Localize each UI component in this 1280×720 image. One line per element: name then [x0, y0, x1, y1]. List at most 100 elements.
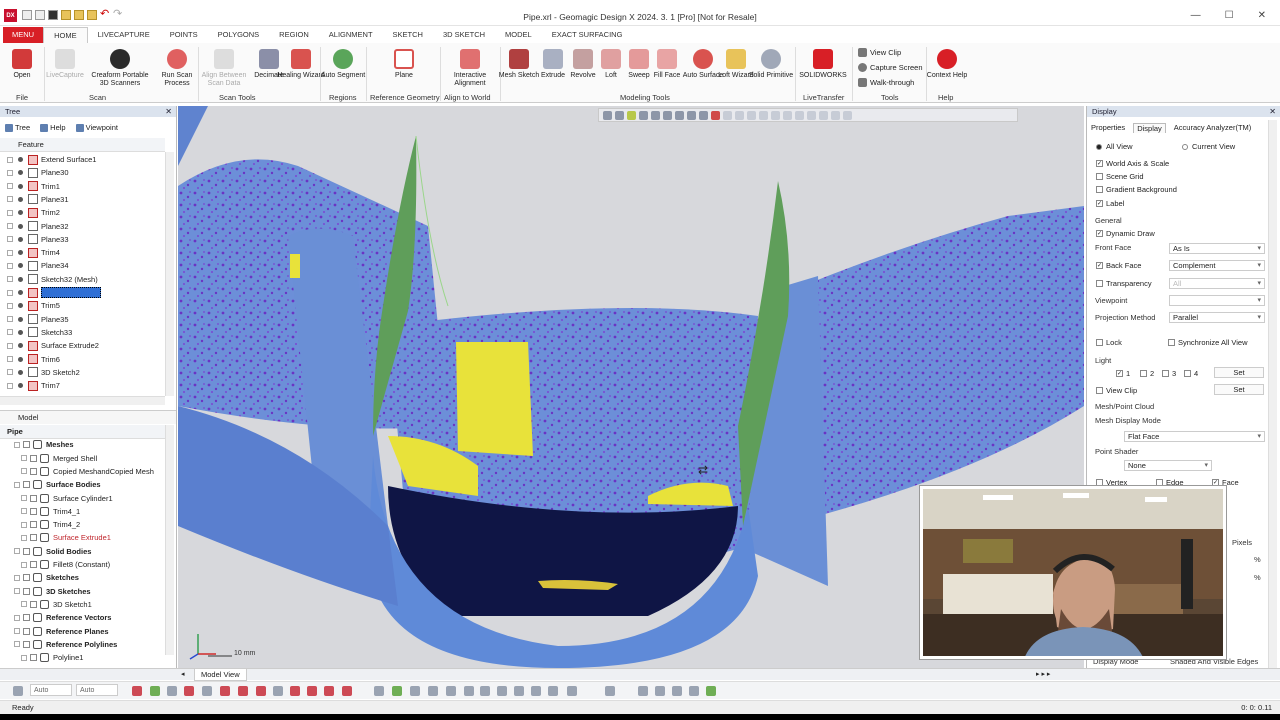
model-tree-item[interactable]: Surface Cylinder1 — [0, 492, 165, 505]
visibility-icon[interactable] — [18, 276, 23, 282]
tab-region[interactable]: REGION — [269, 27, 319, 43]
model-tree-item[interactable]: Merged Shell — [0, 452, 165, 465]
feature-tree-item[interactable]: Extend Surface1 — [0, 153, 165, 166]
light-4-checkbox[interactable]: 4 — [1184, 369, 1198, 378]
tab-home[interactable]: HOME — [43, 27, 88, 43]
expand-icon[interactable] — [21, 455, 27, 462]
capture-screen-button[interactable]: Capture Screen — [858, 63, 923, 72]
label-checkbox[interactable]: ✓ Label — [1096, 199, 1124, 208]
measure-distance-icon[interactable] — [689, 686, 699, 696]
zoom-fit-all-icon[interactable] — [410, 686, 420, 696]
back-icon[interactable] — [480, 686, 490, 696]
light-2-checkbox[interactable]: 2 — [1140, 369, 1154, 378]
zoom-region-icon[interactable] — [392, 686, 402, 696]
expand-icon[interactable] — [14, 588, 20, 595]
tab-sketch[interactable]: SKETCH — [383, 27, 433, 43]
visibility-icon[interactable] — [18, 210, 23, 216]
model-tree-item[interactable]: Trim4_1 — [0, 505, 165, 518]
visibility-checkbox[interactable] — [23, 481, 30, 489]
back-view-icon[interactable] — [675, 110, 684, 120]
filter-combo-2[interactable]: Auto — [76, 684, 118, 696]
expand-icon[interactable] — [7, 329, 13, 336]
close-icon[interactable]: ✕ — [1269, 106, 1276, 117]
settings-icon[interactable] — [843, 110, 852, 120]
tab-viewpoint[interactable]: Viewpoint — [75, 123, 118, 132]
model-tree-item[interactable]: Polyline1 — [0, 651, 165, 664]
expand-icon[interactable] — [14, 614, 20, 621]
select-mode-icon[interactable] — [132, 686, 142, 696]
world-axis-checkbox[interactable]: ✓ World Axis & Scale — [1096, 159, 1169, 168]
tab-help[interactable]: Help — [40, 123, 66, 132]
select-plane-icon[interactable] — [307, 686, 317, 696]
point-shader-select[interactable]: None — [1124, 460, 1212, 471]
expand-icon[interactable] — [7, 183, 13, 190]
align-between-scan-data-button[interactable]: Align Between Scan Data — [199, 47, 249, 88]
tab-properties[interactable]: Properties — [1091, 123, 1125, 133]
rotate-icon[interactable] — [747, 110, 756, 120]
selection-filter-icon[interactable] — [13, 686, 23, 696]
filter-icon[interactable] — [723, 110, 732, 120]
expand-icon[interactable] — [21, 654, 27, 661]
left-icon[interactable] — [531, 686, 541, 696]
expand-icon[interactable] — [7, 356, 13, 362]
expand-icon[interactable] — [14, 574, 20, 581]
model-tree-item[interactable]: Fillet8 (Constant) — [0, 558, 165, 571]
expand-icon[interactable] — [21, 521, 27, 528]
tab-points[interactable]: POINTS — [160, 27, 208, 43]
visibility-icon[interactable] — [18, 329, 23, 335]
model-tree-item[interactable]: Copied MeshandCopied Mesh — [0, 465, 165, 478]
feature-tree-item[interactable]: Surface Extrude1 — [0, 286, 165, 299]
model-tree-item[interactable]: 3D Sketch1 — [0, 598, 165, 611]
visibility-icon[interactable] — [18, 263, 23, 269]
expand-icon[interactable] — [14, 548, 20, 555]
transform-icon[interactable] — [672, 686, 682, 696]
visibility-icon[interactable] — [18, 356, 23, 362]
model-tree-item[interactable]: Solid Bodies — [0, 545, 165, 558]
expand-icon[interactable] — [21, 561, 27, 568]
projection-select[interactable]: Parallel — [1169, 312, 1265, 323]
tab-model[interactable]: MODEL — [495, 27, 542, 43]
feature-tree-item[interactable]: Surface Extrude2 — [0, 339, 165, 352]
tab-exact-surfacing[interactable]: EXACT SURFACING — [542, 27, 633, 43]
expand-icon[interactable] — [7, 262, 13, 269]
visibility-checkbox[interactable] — [23, 587, 30, 595]
visibility-icon[interactable] — [18, 236, 23, 242]
back-face-checkbox[interactable]: ✓ Back Face — [1096, 261, 1141, 270]
expand-icon[interactable] — [7, 236, 13, 243]
visibility-checkbox[interactable] — [23, 627, 30, 635]
livecapture-button[interactable]: LiveCapture — [40, 47, 90, 80]
expand-icon[interactable] — [7, 302, 13, 309]
expand-icon[interactable] — [7, 289, 13, 296]
feature-tree-item[interactable]: Trim7 — [0, 379, 165, 392]
expand-icon[interactable] — [7, 209, 13, 216]
visibility-icon[interactable] — [18, 303, 23, 309]
interactive-alignment-button[interactable]: Interactive Alignment — [444, 47, 496, 88]
front-face-select[interactable]: As Is — [1169, 243, 1265, 254]
solidworks-button[interactable]: SOLIDWORKS — [798, 47, 848, 80]
lock-checkbox[interactable]: Lock — [1096, 338, 1122, 347]
feature-tree-item[interactable]: Plane31 — [0, 193, 165, 206]
feature-tree-item[interactable]: Sketch33 — [0, 326, 165, 339]
rotate-view-icon[interactable] — [446, 686, 456, 696]
visibility-checkbox[interactable] — [23, 614, 30, 622]
model-tree-item[interactable]: Meshes — [0, 438, 165, 451]
creaform-button[interactable]: Creaform Portable 3D Scanners — [88, 47, 152, 88]
ruler-icon[interactable] — [638, 686, 648, 696]
model-tree-item[interactable]: Reference Polylines — [0, 638, 165, 651]
select-face-icon[interactable] — [184, 686, 194, 696]
selection-mode-icon[interactable] — [711, 110, 720, 120]
select-polyline-icon[interactable] — [324, 686, 334, 696]
visibility-checkbox[interactable] — [23, 640, 30, 648]
fit-icon[interactable] — [639, 110, 648, 120]
sync-view-checkbox[interactable]: Synchronize All View — [1168, 338, 1247, 347]
visibility-checkbox[interactable] — [30, 454, 37, 462]
tab-alignment[interactable]: ALIGNMENT — [319, 27, 383, 43]
copy-view-icon[interactable] — [605, 686, 615, 696]
visibility-icon[interactable] — [18, 223, 23, 229]
tab-model-view[interactable]: Model View — [194, 669, 247, 681]
visibility-icon[interactable] — [18, 170, 23, 176]
visibility-checkbox[interactable] — [30, 600, 37, 608]
feature-tree-item[interactable]: Trim1 — [0, 180, 165, 193]
light-set-button[interactable]: Set — [1214, 367, 1264, 378]
select-vector-icon[interactable] — [290, 686, 300, 696]
